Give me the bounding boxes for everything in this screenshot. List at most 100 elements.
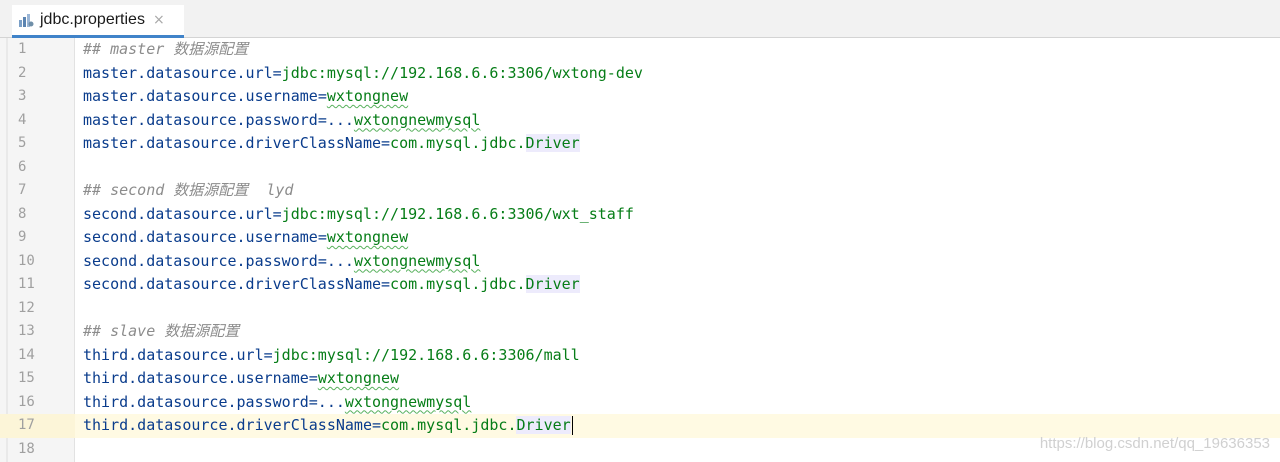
property-separator: =... xyxy=(308,392,345,411)
property-value: com.mysql.jdbc. xyxy=(390,134,526,152)
comment: ## master 数据源配置 xyxy=(83,40,249,58)
line-number: 7 xyxy=(18,182,27,198)
line-content: second.datasource.driverClassName=com.my… xyxy=(83,273,580,297)
property-key: third.datasource.username xyxy=(83,369,309,387)
code-line[interactable]: 13 ## slave 数据源配置 xyxy=(0,320,1280,344)
property-separator: = xyxy=(308,369,318,387)
property-separator: = xyxy=(272,63,282,82)
property-separator: = xyxy=(272,204,282,223)
line-number: 3 xyxy=(18,88,27,104)
comment: ## second 数据源配置 lyd xyxy=(83,181,294,199)
line-content: ## master 数据源配置 xyxy=(83,38,248,62)
property-key: second.datasource.driverClassName xyxy=(83,275,382,293)
line-number: 4 xyxy=(18,111,27,128)
comment: ## slave 数据源配置 xyxy=(83,322,240,340)
code-line[interactable]: 5 master.datasource.driverClassName=com.m… xyxy=(0,132,1280,156)
property-key: second.datasource.username xyxy=(83,228,318,246)
property-key: master.datasource.username xyxy=(83,87,318,105)
property-value: wxtongnewmysql xyxy=(353,251,481,270)
text-caret xyxy=(571,416,574,435)
editor-tab-bar: jdbc.properties × xyxy=(0,0,1280,38)
highlighted-class-name: Driver xyxy=(516,416,571,434)
code-line[interactable]: 7 ## second 数据源配置 lyd xyxy=(0,179,1280,203)
line-content: third.datasource.driverClassName=com.mys… xyxy=(83,414,574,438)
line-content: ## slave 数据源配置 xyxy=(83,320,239,344)
line-content: third.datasource.username=wxtongnew xyxy=(83,367,399,391)
code-line[interactable]: 9 second.datasource.username=wxtongnew xyxy=(0,226,1280,250)
line-number: 14 xyxy=(18,346,35,363)
line-number: 1 xyxy=(18,41,27,57)
line-number: 11 xyxy=(18,276,35,292)
code-line[interactable]: 10 second.datasource.password=...wxtongne… xyxy=(0,250,1280,274)
property-value: wxtongnew xyxy=(326,87,409,105)
tab-jdbc-properties[interactable]: jdbc.properties × xyxy=(12,5,184,38)
property-separator: = xyxy=(381,134,391,152)
line-content: ## second 数据源配置 lyd xyxy=(83,179,293,203)
line-number: 18 xyxy=(18,440,35,457)
code-line[interactable]: 2 master.datasource.url=jdbc:mysql://192.… xyxy=(0,62,1280,86)
property-separator: = xyxy=(371,416,382,434)
property-key: third.datasource.driverClassName xyxy=(83,416,372,434)
line-content: master.datasource.username=wxtongnew xyxy=(83,85,408,109)
properties-file-icon xyxy=(18,11,36,29)
code-line[interactable]: 4 master.datasource.password=...wxtongnew… xyxy=(0,109,1280,133)
property-value: wxtongnew xyxy=(326,228,409,246)
property-separator: = xyxy=(381,275,391,293)
line-content: master.datasource.url=jdbc:mysql://192.1… xyxy=(83,62,643,86)
code-line[interactable]: 1 ## master 数据源配置 xyxy=(0,38,1280,62)
watermark: https://blog.csdn.net/qq_19636353 xyxy=(1039,435,1270,452)
line-number: 15 xyxy=(18,370,35,386)
property-value: wxtongnewmysql xyxy=(344,392,472,411)
property-separator: = xyxy=(263,345,273,364)
property-key: second.datasource.password xyxy=(83,251,318,270)
property-separator: = xyxy=(317,228,327,246)
line-number: 12 xyxy=(18,299,35,316)
line-content: second.datasource.url=jdbc:mysql://192.1… xyxy=(83,203,634,227)
code-line[interactable]: 8 second.datasource.url=jdbc:mysql://192.… xyxy=(0,203,1280,227)
property-key: master.datasource.url xyxy=(83,63,273,82)
property-separator: = xyxy=(317,87,327,105)
code-line[interactable]: 6 xyxy=(0,156,1280,180)
property-separator: =... xyxy=(317,110,354,129)
line-number: 5 xyxy=(18,135,27,151)
code-line[interactable]: 16 third.datasource.password=...wxtongnew… xyxy=(0,391,1280,415)
property-value: jdbc:mysql://192.168.6.6:3306/wxt_staff xyxy=(281,204,634,223)
property-value: com.mysql.jdbc. xyxy=(381,416,517,434)
code-line[interactable]: 3 master.datasource.username=wxtongnew xyxy=(0,85,1280,109)
highlighted-class-name: Driver xyxy=(525,134,580,152)
property-key: third.datasource.password xyxy=(83,392,309,411)
code-editor[interactable]: 1 ## master 数据源配置 2 master.datasource.url=j… xyxy=(0,38,1280,461)
property-key: master.datasource.driverClassName xyxy=(83,134,382,152)
close-icon[interactable]: × xyxy=(153,12,165,28)
highlighted-class-name: Driver xyxy=(525,275,580,293)
line-number: 13 xyxy=(18,323,35,339)
property-value: jdbc:mysql://192.168.6.6:3306/mall xyxy=(272,345,580,364)
code-line[interactable]: 11 second.datasource.driverClassName=com.… xyxy=(0,273,1280,297)
line-content: master.datasource.password=...wxtongnewm… xyxy=(83,109,480,133)
line-number: 10 xyxy=(18,252,35,269)
line-number: 6 xyxy=(18,158,27,175)
tab-label: jdbc.properties xyxy=(40,11,145,28)
property-key: third.datasource.url xyxy=(83,345,264,364)
line-content: second.datasource.username=wxtongnew xyxy=(83,226,408,250)
code-line[interactable]: 14 third.datasource.url=jdbc:mysql://192.… xyxy=(0,344,1280,368)
property-value: wxtongnewmysql xyxy=(353,110,481,129)
property-value: wxtongnew xyxy=(317,369,400,387)
line-content: third.datasource.url=jdbc:mysql://192.16… xyxy=(83,344,580,368)
line-number: 8 xyxy=(18,205,27,222)
line-number: 2 xyxy=(18,64,27,81)
line-content: third.datasource.password=...wxtongnewmy… xyxy=(83,391,471,415)
line-number: 16 xyxy=(18,393,35,410)
property-value: com.mysql.jdbc. xyxy=(390,275,526,293)
code-line[interactable]: 15 third.datasource.username=wxtongnew xyxy=(0,367,1280,391)
line-number: 17 xyxy=(0,414,75,438)
code-line[interactable]: 17 third.datasource.driverClassName=com.m… xyxy=(0,414,1280,438)
property-value: jdbc:mysql://192.168.6.6:3306/wxtong-dev xyxy=(281,63,643,82)
code-line[interactable]: 12 xyxy=(0,297,1280,321)
line-number: 9 xyxy=(18,229,27,245)
line-content: master.datasource.driverClassName=com.my… xyxy=(83,132,580,156)
property-key: master.datasource.password xyxy=(83,110,318,129)
line-content: second.datasource.password=...wxtongnewm… xyxy=(83,250,480,274)
property-key: second.datasource.url xyxy=(83,204,273,223)
property-separator: =... xyxy=(317,251,354,270)
